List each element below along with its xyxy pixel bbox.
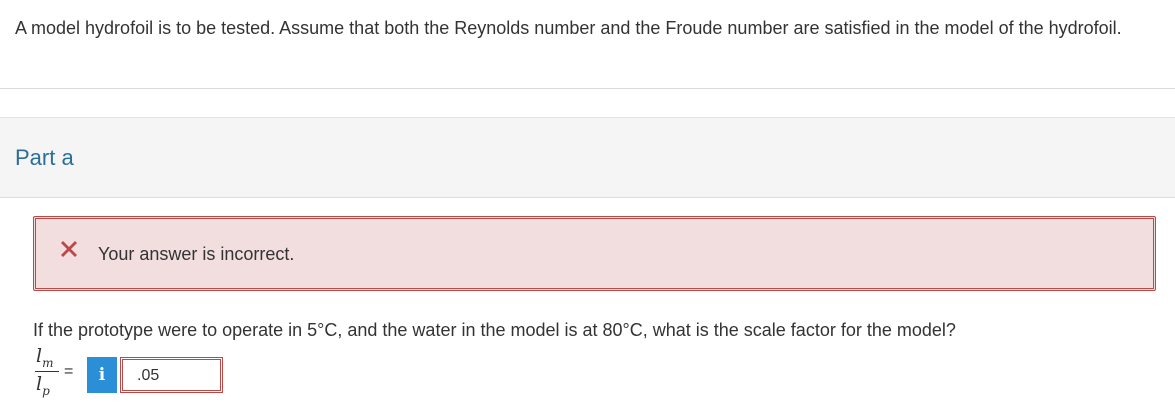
question-text: A model hydrofoil is to be tested. Assum…	[15, 18, 1122, 38]
equals-sign: =	[64, 363, 74, 380]
divider	[0, 88, 1175, 89]
alert-message: Your answer is incorrect.	[98, 244, 295, 264]
info-icon-button[interactable]: i	[87, 357, 117, 393]
fraction-bar	[35, 371, 59, 372]
answer-value: .05	[137, 367, 160, 384]
part-title[interactable]: Part a	[15, 145, 74, 171]
fraction-denominator: lp	[36, 373, 50, 398]
fraction-numerator: lm	[36, 345, 53, 370]
answer-input[interactable]: .05	[120, 357, 223, 393]
question-prompt: If the prototype were to operate in 5°C,…	[33, 320, 956, 340]
incorrect-answer-alert: Your answer is incorrect.	[33, 216, 1156, 291]
denominator-subscript: p	[42, 383, 50, 398]
numerator-subscript: m	[42, 355, 54, 370]
scale-factor-fraction: lm lp	[33, 345, 63, 400]
x-mark-icon	[57, 237, 81, 261]
part-header: Part a	[0, 117, 1175, 198]
